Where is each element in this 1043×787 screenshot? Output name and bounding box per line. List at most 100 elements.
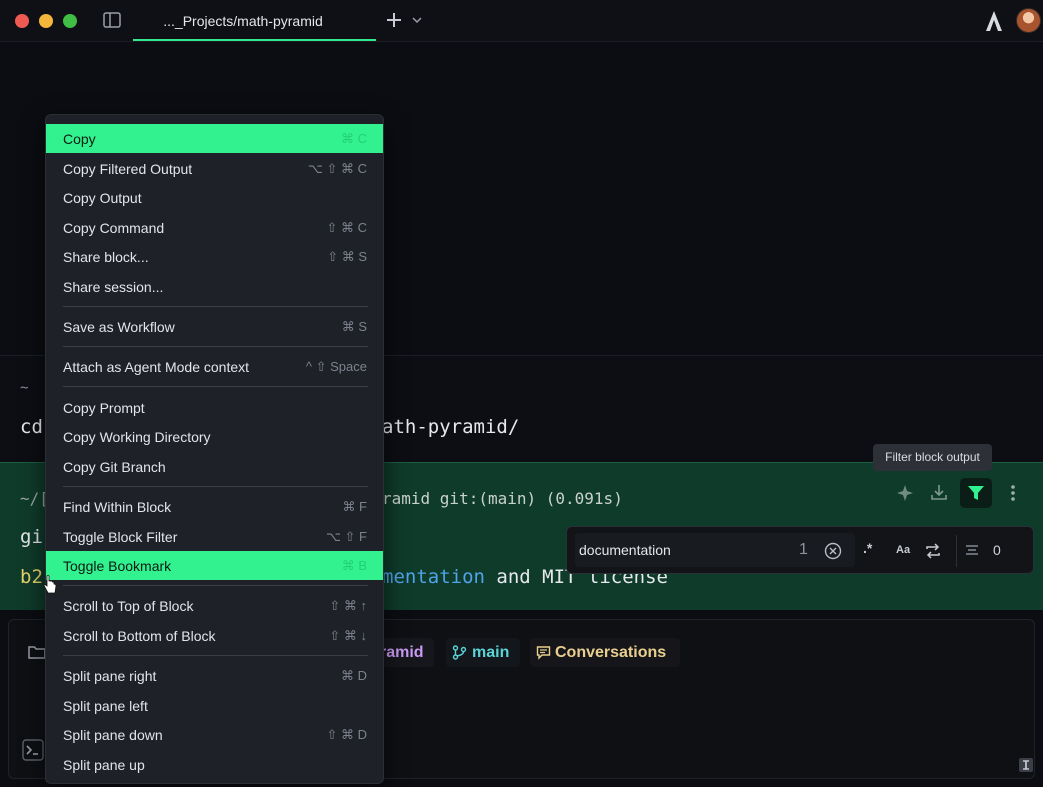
menu-item-label: Copy Filtered Output xyxy=(63,161,193,177)
chevron-down-icon[interactable] xyxy=(412,15,422,25)
menu-item-label: Split pane left xyxy=(63,698,148,714)
block1-command-end: ath-pyramid/ xyxy=(382,416,520,438)
menu-separator xyxy=(63,346,368,347)
menu-item-shortcut: ⌘ D xyxy=(341,668,367,683)
block2-git-command: gi xyxy=(20,526,43,548)
download-icon[interactable] xyxy=(930,483,948,501)
menu-item-label: Scroll to Top of Block xyxy=(63,598,194,614)
text-cursor-icon[interactable] xyxy=(1018,757,1034,773)
menu-item-share-block[interactable]: Share block... ⇧ ⌘ S xyxy=(46,242,383,271)
menu-item-label: Copy Prompt xyxy=(63,400,145,416)
context-lines-icon[interactable] xyxy=(965,543,979,557)
more-options-icon[interactable] xyxy=(1006,483,1020,503)
menu-separator xyxy=(63,585,368,586)
menu-item-shortcut: ⇧ ⌘ C xyxy=(326,220,367,235)
menu-item-label: Copy xyxy=(63,131,96,147)
menu-item-copy-filtered-output[interactable]: Copy Filtered Output ⌥ ⇧ ⌘ C xyxy=(46,154,383,183)
menu-item-split-pane-up[interactable]: Split pane up xyxy=(46,750,383,779)
menu-separator xyxy=(63,655,368,656)
block-filter-bar: 1 .* Aa 0 xyxy=(566,526,1034,574)
filter-block-button[interactable] xyxy=(960,478,992,508)
block2-msg-keyword: mentation xyxy=(382,566,485,588)
menu-item-save-as-workflow[interactable]: Save as Workflow ⌘ S xyxy=(46,312,383,341)
filter-input[interactable] xyxy=(575,533,855,567)
tab-title: ..._Projects/math-pyramid xyxy=(163,13,323,29)
filter-tooltip: Filter block output xyxy=(873,444,992,471)
folder-icon[interactable] xyxy=(28,644,46,660)
menu-item-split-pane-left[interactable]: Split pane left xyxy=(46,691,383,720)
filter-icon xyxy=(968,486,984,500)
menu-item-label: Toggle Bookmark xyxy=(63,558,172,574)
menu-item-shortcut: ⌥ ⇧ ⌘ C xyxy=(307,161,367,176)
menu-item-scroll-to-top[interactable]: Scroll to Top of Block ⇧ ⌘ ↑ xyxy=(46,591,383,620)
menu-item-label: Scroll to Bottom of Block xyxy=(63,628,216,644)
git-branch-icon xyxy=(452,645,467,660)
plus-icon[interactable] xyxy=(385,11,403,29)
menu-item-copy-git-branch[interactable]: Copy Git Branch xyxy=(46,452,383,481)
menu-item-label: Copy Command xyxy=(63,220,165,236)
clear-icon[interactable] xyxy=(824,542,842,560)
regex-toggle-button[interactable]: .* xyxy=(863,540,872,556)
menu-item-shortcut: ⌥ ⇧ F xyxy=(325,529,367,544)
minimize-window-button[interactable] xyxy=(39,14,53,28)
menu-item-label: Copy Output xyxy=(63,190,142,206)
sidebar-toggle-icon[interactable] xyxy=(103,12,121,28)
menu-item-toggle-bookmark[interactable]: Toggle Bookmark ⌘ B xyxy=(46,551,383,580)
avatar[interactable] xyxy=(1016,8,1041,33)
menu-item-label: Find Within Block xyxy=(63,499,172,515)
menu-item-scroll-to-bottom[interactable]: Scroll to Bottom of Block ⇧ ⌘ ↓ xyxy=(46,621,383,650)
menu-item-label: Split pane up xyxy=(63,757,145,773)
menu-item-shortcut: ⇧ ⌘ D xyxy=(326,727,367,742)
menu-item-label: Share block... xyxy=(63,249,149,265)
close-window-button[interactable] xyxy=(15,14,29,28)
zoom-window-button[interactable] xyxy=(63,14,77,28)
menu-item-label: Split pane down xyxy=(63,727,163,743)
terminal-prompt-icon[interactable] xyxy=(22,737,44,763)
menu-item-copy-output[interactable]: Copy Output xyxy=(46,183,383,212)
menu-item-label: Copy Working Directory xyxy=(63,429,211,445)
ai-sparkle-icon[interactable] xyxy=(896,484,914,502)
title-bar: ..._Projects/math-pyramid xyxy=(0,0,1043,42)
menu-separator xyxy=(63,486,368,487)
context-lines-count[interactable]: 0 xyxy=(993,542,1001,558)
menu-item-shortcut: ⌘ C xyxy=(341,131,367,146)
menu-item-shortcut: ⌘ B xyxy=(341,558,367,573)
menu-separator xyxy=(63,386,368,387)
menu-item-copy-working-directory[interactable]: Copy Working Directory xyxy=(46,422,383,451)
block1-prompt: ~ xyxy=(20,380,29,396)
menu-item-attach-agent-context[interactable]: Attach as Agent Mode context ^ ⇧ Space xyxy=(46,352,383,381)
block2-commit-hash: b2 xyxy=(20,566,43,588)
block-context-menu: Copy ⌘ C Copy Filtered Output ⌥ ⇧ ⌘ C Co… xyxy=(45,114,384,784)
tab-math-pyramid[interactable]: ..._Projects/math-pyramid xyxy=(133,0,376,41)
menu-item-label: Toggle Block Filter xyxy=(63,529,178,545)
invert-filter-icon[interactable] xyxy=(924,542,942,560)
menu-item-copy[interactable]: Copy ⌘ C xyxy=(46,124,383,153)
git-branch-label: main xyxy=(472,644,510,661)
git-branch-chip[interactable]: main xyxy=(446,638,520,667)
menu-item-label: Copy Git Branch xyxy=(63,459,166,475)
conversations-chip[interactable]: Conversations xyxy=(530,638,680,667)
menu-item-shortcut: ⌘ S xyxy=(341,319,367,334)
menu-item-toggle-block-filter[interactable]: Toggle Block Filter ⌥ ⇧ F xyxy=(46,522,383,551)
menu-item-label: Save as Workflow xyxy=(63,319,175,335)
case-sensitive-toggle-button[interactable]: Aa xyxy=(896,544,910,556)
hand-pointer-icon xyxy=(43,575,57,594)
block2-path-end: ramid git:(main) (0.091s) xyxy=(382,489,623,508)
menu-separator xyxy=(63,306,368,307)
chat-bubble-icon xyxy=(536,646,551,660)
menu-item-copy-prompt[interactable]: Copy Prompt xyxy=(46,393,383,422)
menu-item-shortcut: ⇧ ⌘ ↑ xyxy=(329,598,367,613)
menu-item-shortcut: ^ ⇧ Space xyxy=(305,359,367,374)
menu-item-find-within-block[interactable]: Find Within Block ⌘ F xyxy=(46,492,383,521)
block1-command-start: cd xyxy=(20,416,43,438)
conversations-label: Conversations xyxy=(555,644,667,661)
menu-item-share-session[interactable]: Share session... xyxy=(46,272,383,301)
menu-item-split-pane-right[interactable]: Split pane right ⌘ D xyxy=(46,661,383,690)
menu-item-split-pane-down[interactable]: Split pane down ⇧ ⌘ D xyxy=(46,720,383,749)
menu-item-label: Share session... xyxy=(63,279,164,295)
menu-item-shortcut: ⇧ ⌘ S xyxy=(327,249,367,264)
menu-item-copy-command[interactable]: Copy Command ⇧ ⌘ C xyxy=(46,213,383,242)
warp-logo-icon[interactable] xyxy=(984,10,1004,32)
menu-item-label: Split pane right xyxy=(63,668,157,684)
menu-item-shortcut: ⌘ F xyxy=(342,499,367,514)
